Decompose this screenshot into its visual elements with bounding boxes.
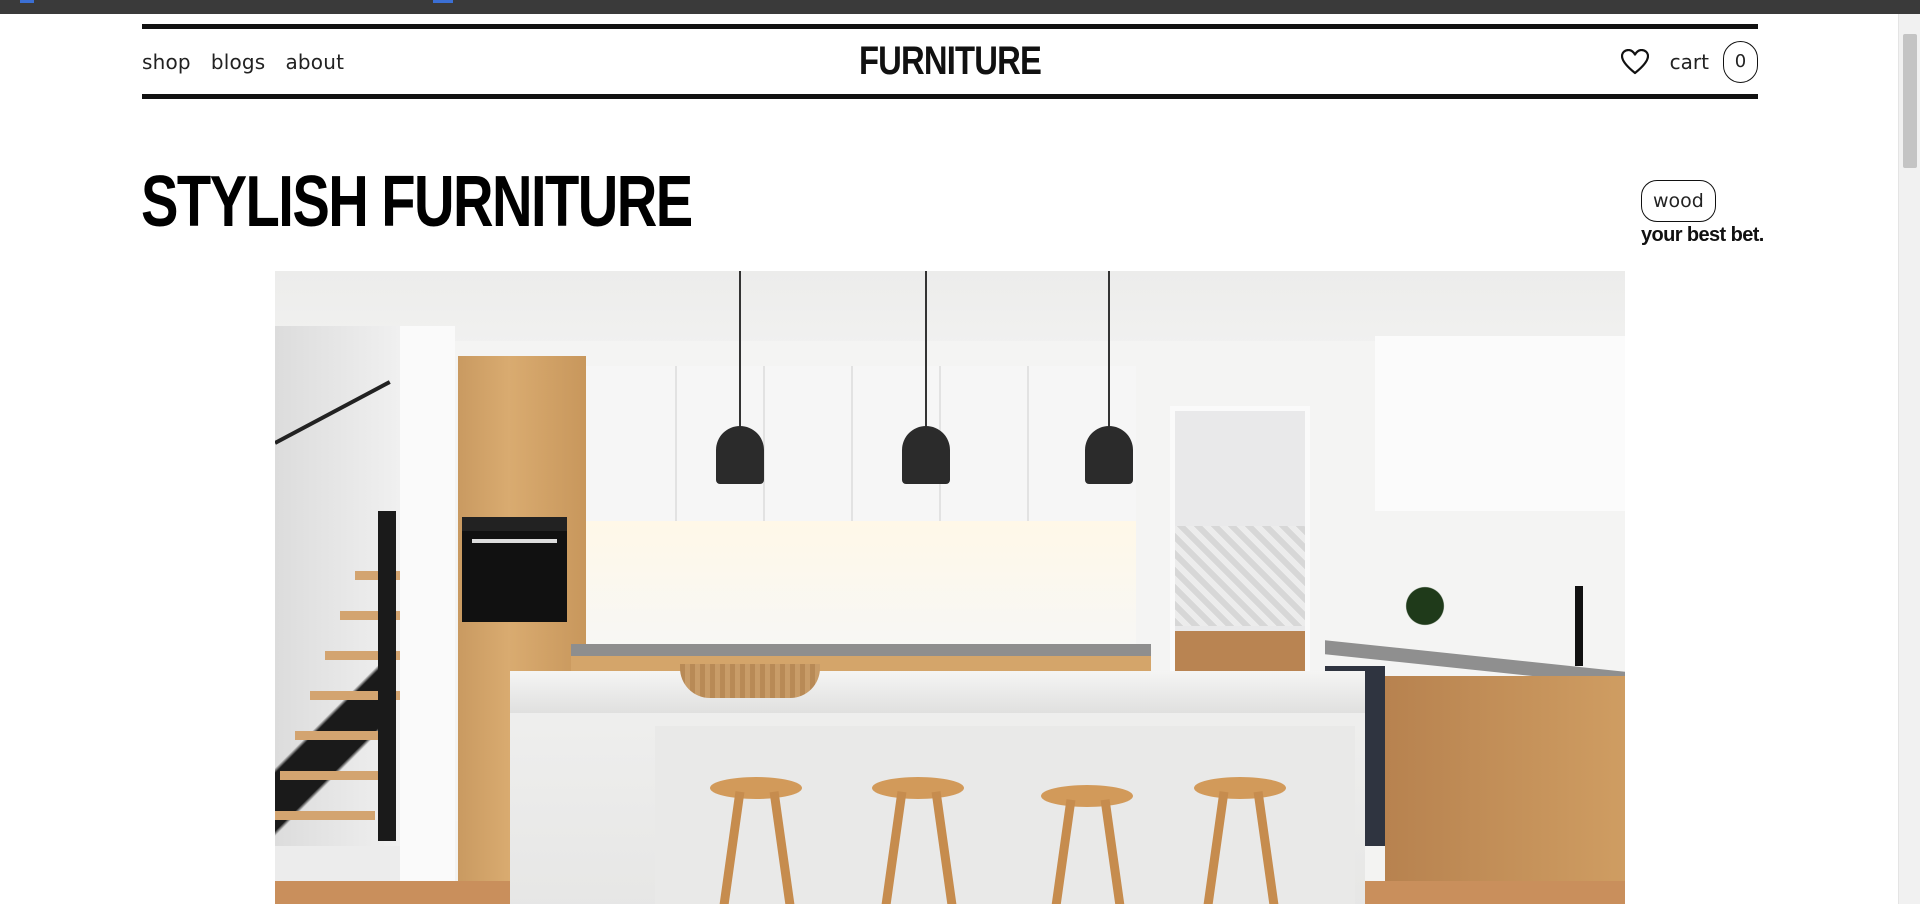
pendant-wire bbox=[1108, 271, 1110, 431]
browser-top-strip bbox=[0, 0, 1920, 14]
back-counter bbox=[571, 644, 1151, 656]
cart-count-badge[interactable]: 0 bbox=[1723, 40, 1758, 83]
scrollbar-thumb[interactable] bbox=[1903, 34, 1917, 168]
woven-basket bbox=[680, 664, 820, 698]
stair-step bbox=[275, 811, 375, 820]
oven-handle bbox=[472, 539, 557, 543]
cabinet-seam bbox=[675, 366, 677, 521]
doorway-tile bbox=[1175, 526, 1305, 626]
cabinet-seam bbox=[851, 366, 853, 521]
heart-icon[interactable] bbox=[1620, 47, 1650, 77]
nav-link-blogs[interactable]: blogs bbox=[211, 50, 266, 74]
wall-oven bbox=[462, 517, 567, 622]
pendant-lamp bbox=[1085, 426, 1133, 484]
plant bbox=[1390, 576, 1460, 636]
tab-indicator bbox=[433, 0, 453, 3]
right-lower-cabinet bbox=[1385, 676, 1625, 904]
material-tag[interactable]: wood bbox=[1641, 180, 1716, 222]
backsplash bbox=[586, 521, 1136, 646]
main-nav: shop blogs about bbox=[142, 29, 344, 94]
pendant-wire bbox=[739, 271, 741, 431]
stool-seat bbox=[710, 777, 802, 799]
heart-icon-svg bbox=[1620, 48, 1649, 74]
cabinet-seam bbox=[1027, 366, 1029, 521]
stair-post bbox=[378, 511, 396, 841]
upper-cabinets bbox=[586, 366, 1136, 521]
tab-indicator bbox=[20, 0, 34, 3]
stair-step bbox=[280, 771, 380, 780]
faucet bbox=[1575, 586, 1583, 666]
island-recess bbox=[655, 726, 1355, 904]
stool-seat bbox=[1194, 777, 1286, 799]
nav-link-shop[interactable]: shop bbox=[142, 50, 191, 74]
wall-pillar bbox=[400, 326, 455, 886]
pendant-lamp bbox=[716, 426, 764, 484]
header-actions: cart 0 bbox=[1620, 29, 1758, 94]
page-scrollbar[interactable] bbox=[1898, 14, 1920, 904]
site-header: shop blogs about FURNITURE cart 0 bbox=[142, 24, 1758, 99]
nav-link-about[interactable]: about bbox=[285, 50, 344, 74]
stool-seat bbox=[1041, 785, 1133, 807]
right-upper-cabinet bbox=[1375, 336, 1625, 511]
cart-link[interactable]: cart bbox=[1670, 50, 1709, 74]
hero-kitchen-image bbox=[275, 271, 1625, 904]
island-top bbox=[510, 671, 1365, 713]
hero-title: STYLISH FURNITURE bbox=[141, 162, 693, 242]
stool-seat bbox=[872, 777, 964, 799]
site-logo[interactable]: FURNITURE bbox=[859, 29, 1042, 94]
hero-tagline: your best bet. bbox=[1641, 224, 1764, 246]
pendant-wire bbox=[925, 271, 927, 431]
pendant-lamp bbox=[902, 426, 950, 484]
